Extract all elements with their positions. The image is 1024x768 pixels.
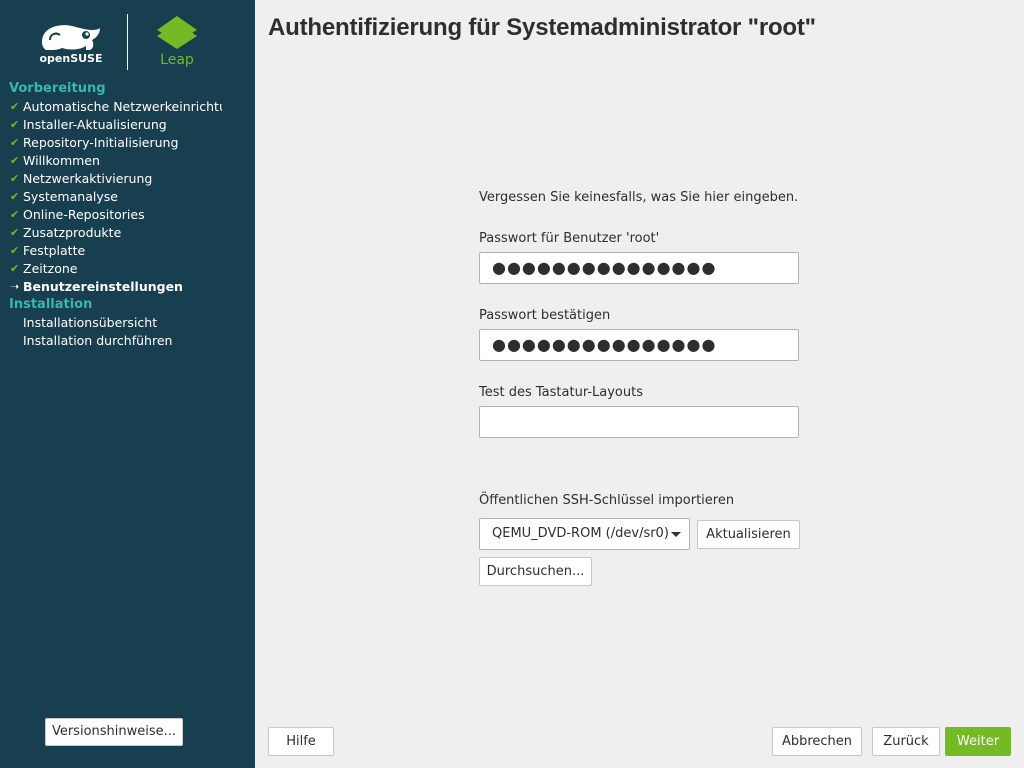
logo-divider	[127, 14, 128, 70]
leap-wordmark: Leap	[160, 52, 194, 68]
back-button[interactable]: Zurück	[872, 727, 940, 756]
release-notes-button[interactable]: Versionshinweise...	[45, 718, 183, 746]
checkmark-icon: ✔	[10, 244, 20, 257]
checkmark-icon: ✔	[10, 262, 20, 275]
hint-text: Vergessen Sie keinesfalls, was Sie hier …	[479, 190, 799, 205]
checkmark-icon: ✔	[10, 226, 20, 239]
step-installation-overview: Installationsübersicht	[23, 315, 158, 330]
chevron-down-icon	[671, 532, 681, 537]
leap-logo: Leap	[155, 16, 199, 70]
section-title-installation: Installation	[9, 297, 93, 312]
keyboard-test-label: Test des Tastatur-Layouts	[479, 385, 643, 400]
step-installer-update: ✔ Installer-Aktualisierung	[10, 117, 167, 132]
checkmark-icon: ✔	[10, 118, 20, 131]
section-title-preparation: Vorbereitung	[9, 81, 106, 96]
step-network-setup: ✔ Automatische Netzwerkeinrichtung	[10, 99, 222, 114]
abort-button[interactable]: Abbrechen	[772, 727, 862, 756]
help-button[interactable]: Hilfe	[268, 727, 334, 756]
browse-button[interactable]: Durchsuchen...	[479, 557, 592, 586]
leap-diamond-icon	[157, 16, 197, 49]
ssh-device-value: QEMU_DVD-ROM (/dev/sr0)	[492, 526, 669, 541]
step-system-analysis: ✔ Systemanalyse	[10, 189, 118, 204]
password-field[interactable]: ●●●●●●●●●●●●●●●	[479, 252, 799, 284]
step-online-repos: ✔ Online-Repositories	[10, 207, 145, 222]
step-addon-products: ✔ Zusatzprodukte	[10, 225, 122, 240]
arrow-right-icon: ➝	[10, 280, 20, 293]
step-timezone: ✔ Zeitzone	[10, 261, 78, 276]
password-label: Passwort für Benutzer 'root'	[479, 231, 660, 246]
checkmark-icon: ✔	[10, 154, 20, 167]
installation-steps: Vorbereitung ✔ Automatische Netzwerkeinri…	[0, 80, 255, 350]
sidebar: openSUSE Leap Vorbereitung ✔ Automatische…	[0, 0, 255, 768]
checkmark-icon: ✔	[10, 136, 20, 149]
svg-text:openSUSE: openSUSE	[39, 52, 102, 64]
step-network-activation: ✔ Netzwerkaktivierung	[10, 171, 153, 186]
next-button[interactable]: Weiter	[945, 727, 1011, 756]
checkmark-icon: ✔	[10, 208, 20, 221]
opensuse-logo: openSUSE	[39, 25, 103, 64]
step-perform-installation: Installation durchführen	[23, 333, 173, 348]
checkmark-icon: ✔	[10, 100, 20, 113]
confirm-password-label: Passwort bestätigen	[479, 308, 611, 323]
ssh-key-label: Öffentlichen SSH-Schlüssel importieren	[479, 493, 735, 508]
step-user-settings: ➝ Benutzereinstellungen	[10, 279, 183, 294]
checkmark-icon: ✔	[10, 172, 20, 185]
ssh-device-select[interactable]: QEMU_DVD-ROM (/dev/sr0)	[479, 518, 690, 550]
checkmark-icon: ✔	[10, 190, 20, 203]
logo-area: openSUSE Leap	[0, 0, 255, 80]
refresh-button[interactable]: Aktualisieren	[697, 520, 800, 549]
page-title: Authentifizierung für Systemadministrato…	[268, 14, 816, 41]
step-welcome: ✔ Willkommen	[10, 153, 100, 168]
keyboard-test-field[interactable]	[479, 406, 799, 438]
step-disk: ✔ Festplatte	[10, 243, 86, 258]
confirm-password-field[interactable]: ●●●●●●●●●●●●●●●	[479, 329, 799, 361]
step-repo-init: ✔ Repository-Initialisierung	[10, 135, 179, 150]
